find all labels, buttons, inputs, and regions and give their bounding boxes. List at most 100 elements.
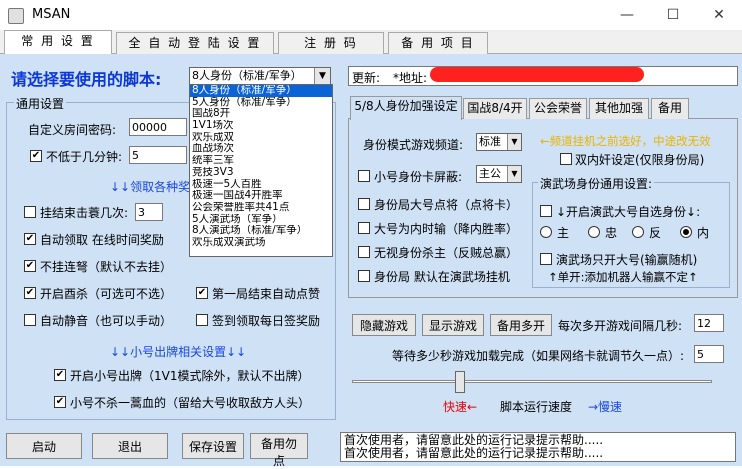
script-select[interactable]: 8人身份（标准/军争） ▼ xyxy=(189,67,331,85)
lord-opt-3-label: 无视身份杀主（反贼总赢） xyxy=(374,246,519,260)
online-reward-checkbox[interactable]: ✔ xyxy=(24,233,36,245)
min-minutes-label: 不低于几分钟: xyxy=(46,150,123,164)
reward-hint: ↓↓领取各种奖 xyxy=(110,180,191,194)
auto-like-label: 第一局结束自动点赞 xyxy=(212,287,321,301)
wait-input[interactable] xyxy=(694,345,724,363)
lord-opt-1-checkbox[interactable] xyxy=(358,198,370,210)
radio-rebel[interactable] xyxy=(632,226,644,238)
mode-channel-select[interactable]: 标准 ▼ xyxy=(476,133,522,151)
general-settings-title: 通用设置 xyxy=(14,95,67,112)
room-password-input[interactable] xyxy=(129,118,187,136)
lord-opt-1-label: 身份局大号点将（点将卡） xyxy=(374,198,519,212)
lord-opt-2-checkbox[interactable] xyxy=(358,222,370,234)
close-button[interactable]: ✕ xyxy=(696,0,742,30)
script-option[interactable]: 极速一5人百胜 xyxy=(190,179,332,191)
hide-game-button[interactable]: 隐藏游戏 xyxy=(352,314,416,336)
small-nokill-label: 小号不杀一蒿血的（留给大号收取敌方人头） xyxy=(70,396,311,410)
min-minutes-checkbox[interactable]: ✔ xyxy=(30,150,42,162)
mode-channel-hint: ←频道挂机之前选好，中途改无效 xyxy=(540,134,711,148)
hangup-checkbox[interactable] xyxy=(24,206,36,218)
maximize-button[interactable]: ☐ xyxy=(650,0,696,30)
script-option[interactable]: 5人演武场（军争） xyxy=(190,214,332,226)
radio-loyal-label: 忠 xyxy=(605,226,618,240)
script-option[interactable]: 公会荣誉胜率共41点 xyxy=(190,202,332,214)
chevron-down-icon[interactable]: ▼ xyxy=(507,166,521,182)
show-game-button[interactable]: 显示游戏 xyxy=(422,314,484,336)
script-option[interactable]: 极速一国战4开胜率 xyxy=(190,190,332,202)
tab-nation-war[interactable]: 国战8/4开 xyxy=(463,98,527,119)
script-select-value: 8人身份（标准/军争） xyxy=(192,69,302,82)
arena-hint: ↑单开:添加机器人输赢不定↑ xyxy=(548,270,698,284)
tab-common-settings[interactable]: 常 用 设 置 xyxy=(4,30,112,54)
lord-opt-2-label: 大号为内时输（降内胜率） xyxy=(374,222,519,236)
wait-label: 等待多少秒游戏加载完成（如果网络卡就调节久一点）: xyxy=(392,349,685,363)
app-icon xyxy=(8,8,24,24)
tab-backup[interactable]: 备用 xyxy=(651,98,689,119)
hangup-input[interactable] xyxy=(135,203,163,221)
interval-input[interactable] xyxy=(694,314,724,332)
run-log[interactable]: 首次使用者，请留意此处的运行记录提示帮助..... 首次使用者，请留意此处的运行… xyxy=(340,432,736,462)
lord-opt-4-label: 身份局 默认在演武场挂机 xyxy=(374,270,510,284)
update-label: 更新: xyxy=(352,71,381,85)
minimize-button[interactable]: — xyxy=(604,0,650,30)
script-option[interactable]: 1V1场次 xyxy=(190,120,332,132)
no-crossbow-checkbox[interactable]: ✔ xyxy=(24,260,36,272)
double-traitor-label: 双内奸设定(仅限身份局) xyxy=(575,153,705,167)
script-option[interactable]: 竞技3V3 xyxy=(190,167,332,179)
multi-open-button[interactable]: 备用多开 xyxy=(490,314,552,336)
auto-mute-checkbox[interactable] xyxy=(24,314,36,326)
card-mask-label: 小号身份卡屏蔽: xyxy=(374,170,463,184)
tab-auto-login[interactable]: 全 自 动 登 陆 设 置 xyxy=(116,32,274,54)
radio-lord[interactable] xyxy=(540,226,552,238)
arena-group-title: 演武场身份通用设置: xyxy=(538,175,655,192)
speed-label: 脚本运行速度 xyxy=(500,400,573,414)
address-redacted xyxy=(430,67,644,82)
start-button[interactable]: 启动 xyxy=(6,433,82,459)
script-option[interactable]: 8人演武场（标准/军争） xyxy=(190,225,332,237)
script-option[interactable]: 欢乐成双演武场 xyxy=(190,237,332,249)
address-label: *地址: xyxy=(393,71,428,85)
auto-mute-label: 自动静音（也可以手动） xyxy=(40,314,173,328)
radio-rebel-label: 反 xyxy=(649,226,662,240)
speed-slider-thumb[interactable] xyxy=(455,371,465,393)
script-dropdown-list[interactable]: 8人身份（标准/军争） 5人身份（标准/军争） 国战8开 1V1场次 欢乐成双 血战场次统… xyxy=(189,84,333,257)
arena-big-checkbox[interactable] xyxy=(540,205,552,217)
radio-traitor[interactable] xyxy=(680,226,692,238)
tab-backup-items[interactable]: 备 用 项 目 xyxy=(388,32,488,54)
no-crossbow-label: 不挂连弩（默认不去挂） xyxy=(40,260,173,274)
backup-do-not-click-button[interactable]: 备用勿点 xyxy=(250,433,308,468)
speed-slider-track[interactable] xyxy=(352,380,712,383)
chevron-down-icon[interactable]: ▼ xyxy=(314,68,330,84)
arena-small-checkbox[interactable] xyxy=(540,253,552,265)
auto-like-checkbox[interactable]: ✔ xyxy=(196,287,208,299)
min-minutes-input[interactable] xyxy=(129,146,187,164)
small-nokill-checkbox[interactable]: ✔ xyxy=(54,396,66,408)
small-play-checkbox[interactable]: ✔ xyxy=(54,369,66,381)
radio-loyal[interactable] xyxy=(588,226,600,238)
tab-guild-honor[interactable]: 公会荣誉 xyxy=(529,98,587,119)
script-prompt: 请选择要使用的脚本: xyxy=(11,70,162,89)
double-traitor-checkbox[interactable] xyxy=(560,153,572,165)
script-option[interactable]: 统率三军 xyxy=(190,155,332,167)
card-mask-checkbox[interactable] xyxy=(358,170,370,182)
tab-identity-boost[interactable]: 5/8人身份加强设定 xyxy=(350,96,462,120)
exit-button[interactable]: 退出 xyxy=(92,433,168,459)
save-settings-button[interactable]: 保存设置 xyxy=(182,433,244,459)
chevron-down-icon[interactable]: ▼ xyxy=(507,134,521,150)
tab-other-boost[interactable]: 其他加强 xyxy=(589,98,649,119)
script-option[interactable]: 8人身份（标准/军争） xyxy=(190,85,332,97)
online-reward-label: 自动领取 在线时间奖励 xyxy=(40,233,164,247)
script-option[interactable]: 5人身份（标准/军争） xyxy=(190,97,332,109)
window-title: MSAN xyxy=(32,7,71,22)
lord-opt-3-checkbox[interactable] xyxy=(358,246,370,258)
daily-signin-checkbox[interactable] xyxy=(196,314,208,326)
script-option[interactable]: 血战场次 xyxy=(190,143,332,155)
script-option[interactable]: 国战8开 xyxy=(190,108,332,120)
mode-channel-value: 标准 xyxy=(479,135,501,148)
script-option[interactable]: 欢乐成双 xyxy=(190,132,332,144)
wine-kill-checkbox[interactable]: ✔ xyxy=(24,287,36,299)
lord-opt-4-checkbox[interactable] xyxy=(358,270,370,282)
arena-big-label: ↓开启演武大号自选身份↓: xyxy=(556,205,701,219)
tab-registration-code[interactable]: 注 册 码 xyxy=(278,32,384,54)
card-mask-select[interactable]: 主公 ▼ xyxy=(476,165,522,183)
